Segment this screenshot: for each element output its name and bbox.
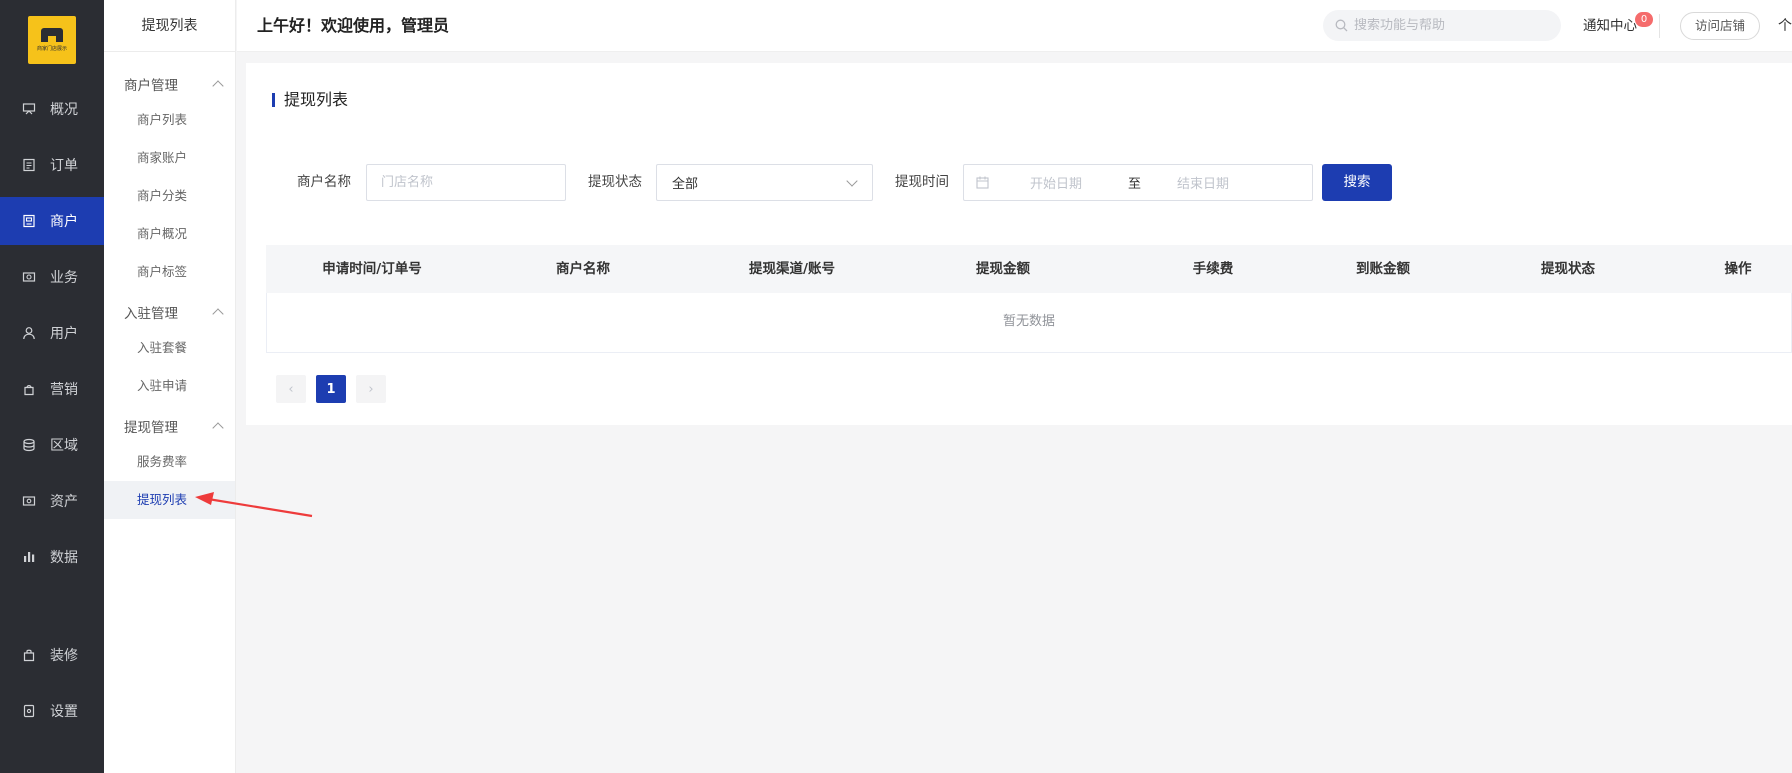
marketing-icon [22,382,36,396]
nav-item-label: 设置 [50,704,78,720]
chevron-up-icon [212,422,224,434]
column-header: 申请时间/订单号 [322,261,422,277]
calendar-icon [976,176,989,189]
asset-icon [22,494,36,508]
start-date-input[interactable]: 开始日期 [1030,173,1082,192]
dashboard-icon [22,102,36,116]
nav-item-label: 营销 [50,382,78,398]
chevron-up-icon [212,308,224,320]
chevron-down-icon [846,174,858,187]
decorate-icon [22,648,36,662]
brand-logo[interactable]: 商家门店展示 [28,16,76,64]
menu-group-label: 入驻管理 [124,306,178,322]
nav-item-settings[interactable]: 设置 [0,687,104,735]
visit-store-button[interactable]: 访问店铺 [1680,12,1760,40]
nav-item-merchant[interactable]: 商户 [0,197,104,245]
region-icon [22,438,36,452]
nav-item-label: 订单 [50,158,78,174]
global-search[interactable] [1323,10,1561,41]
sub-menu-title: 提现列表 [104,0,235,52]
chart-icon [22,550,36,564]
user-icon [22,326,36,340]
merchant-name-label: 商户名称 [297,174,351,190]
column-header: 操作 [1724,261,1752,277]
nav-item-data[interactable]: 数据 [0,533,104,581]
menu-item-service-rate[interactable]: 服务费率 [104,443,235,481]
nav-item-label: 数据 [50,550,78,566]
merchant-name-field[interactable] [366,164,566,201]
nav-item-label: 业务 [50,270,78,286]
nav-item-label: 概况 [50,102,78,118]
date-range-separator: 至 [1128,177,1142,192]
merchant-icon [22,214,36,228]
greeting-text: 上午好！欢迎使用，管理员 [257,16,450,35]
next-page-button[interactable]: › [356,375,386,403]
nav-item-users[interactable]: 用户 [0,309,104,357]
merchant-name-input[interactable] [367,175,565,190]
nav-item-business[interactable]: 业务 [0,253,104,301]
main-nav-rail: 商家门店展示 概况 订单 商户 业务 用户 营销 区域 资产 数据 装修 设置 [0,0,104,773]
menu-group-withdrawal-management[interactable]: 提现管理 [124,416,224,436]
content-card: 提现列表 [246,63,1792,425]
brand-logo-text: 商家门店展示 [36,46,67,52]
column-header: 商户名称 [556,261,610,277]
annotation-arrow-icon [195,492,313,518]
menu-item-merchant-category[interactable]: 商户分类 [104,177,235,215]
page-title: 提现列表 [272,92,348,108]
settings-icon [22,704,36,718]
user-menu-trigger[interactable]: 个 [1778,0,1792,52]
nav-item-label: 用户 [50,326,78,342]
order-icon [22,158,36,172]
search-button[interactable]: 搜索 [1322,164,1392,201]
menu-item-onboarding-application[interactable]: 入驻申请 [104,367,235,405]
column-header: 到账金额 [1356,261,1410,277]
search-input[interactable] [1354,18,1544,33]
menu-group-onboarding-management[interactable]: 入驻管理 [124,302,224,322]
nav-item-decorate[interactable]: 装修 [0,631,104,679]
sub-menu: 提现列表 商户管理 商户列表 商家账户 商户分类 商户概况 商户标签 入驻管理 … [104,0,236,773]
menu-item-merchant-list[interactable]: 商户列表 [104,101,235,139]
search-icon [1335,19,1348,32]
withdrawal-time-label: 提现时间 [895,174,949,190]
menu-item-merchant-tags[interactable]: 商户标签 [104,253,235,291]
menu-item-merchant-account[interactable]: 商家账户 [104,139,235,177]
nav-item-label: 资产 [50,494,78,510]
top-header: 上午好！欢迎使用，管理员 通知中心 0 访问店铺 个 [237,0,1792,52]
chevron-up-icon [212,80,224,92]
nav-item-label: 区域 [50,438,78,454]
menu-group-label: 提现管理 [124,420,178,436]
nav-item-label: 商户 [50,214,78,230]
notice-count-badge: 0 [1635,12,1653,27]
page-number-button[interactable]: 1 [316,375,346,403]
end-date-input[interactable]: 结束日期 [1177,173,1229,192]
column-header: 提现金额 [976,261,1030,277]
nav-item-label: 装修 [50,648,78,664]
store-icon [41,28,63,42]
column-header: 提现渠道/账号 [749,261,835,277]
menu-group-merchant-management[interactable]: 商户管理 [124,74,224,94]
nav-item-marketing[interactable]: 营销 [0,365,104,413]
status-select-value: 全部 [672,177,699,192]
menu-group-label: 商户管理 [124,78,178,94]
date-range-picker[interactable]: 开始日期 至 结束日期 [963,164,1313,201]
column-header: 手续费 [1192,261,1234,277]
nav-item-overview[interactable]: 概况 [0,85,104,133]
table-empty-state: 暂无数据 [266,293,1792,353]
nav-item-orders[interactable]: 订单 [0,141,104,189]
header-divider [1659,14,1660,38]
nav-item-assets[interactable]: 资产 [0,477,104,525]
column-header: 提现状态 [1541,261,1595,277]
nav-item-region[interactable]: 区域 [0,421,104,469]
withdrawal-status-label: 提现状态 [588,174,642,190]
menu-item-merchant-overview[interactable]: 商户概况 [104,215,235,253]
withdrawal-status-select[interactable]: 全部 [656,164,873,201]
menu-item-onboarding-package[interactable]: 入驻套餐 [104,329,235,367]
prev-page-button[interactable]: ‹ [276,375,306,403]
table-header: 申请时间/订单号 商户名称 提现渠道/账号 提现金额 手续费 到账金额 提现状态… [266,245,1792,293]
business-icon [22,270,36,284]
notice-center-link[interactable]: 通知中心 [1583,0,1637,52]
